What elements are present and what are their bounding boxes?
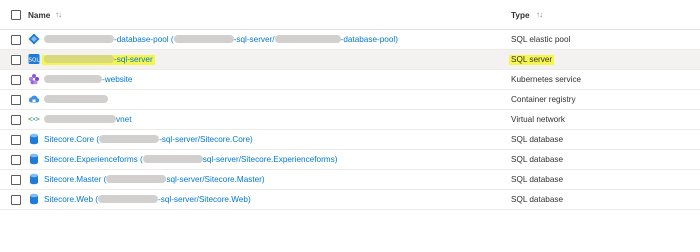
resource-name-link[interactable]: -website (44, 75, 133, 85)
elastic-pool-icon (28, 33, 40, 45)
resource-name-link[interactable]: -database-pool (-sql-server/-database-po… (44, 35, 398, 45)
resource-type: Virtual network (511, 115, 566, 124)
table-row[interactable]: < > vnet Virtual network (0, 110, 700, 130)
row-checkbox[interactable] (11, 75, 21, 85)
highlight-marker: -sql-server (42, 55, 155, 65)
column-header-name[interactable]: Name (28, 11, 50, 20)
sort-type-icon[interactable]: ↑↓ (536, 10, 543, 19)
row-checkbox[interactable] (11, 135, 21, 145)
table-row[interactable]: Container registry (0, 90, 700, 110)
svg-text:SQL: SQL (29, 58, 40, 64)
table-row[interactable]: -database-pool (-sql-server/-database-po… (0, 30, 700, 50)
resource-type: Container registry (511, 95, 576, 104)
table-row[interactable]: Sitecore.Experienceforms (sql-server/Sit… (0, 150, 700, 170)
resource-name-link[interactable]: Sitecore.Core (-sql-server/Sitecore.Core… (44, 135, 253, 145)
row-checkbox[interactable] (11, 195, 21, 205)
resource-type: SQL database (511, 175, 564, 184)
sql-database-icon (30, 153, 38, 165)
virtual-network-icon: < > (28, 115, 40, 124)
table-row[interactable]: Sitecore.Core (-sql-server/Sitecore.Core… (0, 130, 700, 150)
resource-type: SQL elastic pool (511, 35, 571, 44)
sql-database-icon (30, 173, 38, 185)
column-header-type[interactable]: Type (511, 11, 530, 20)
select-all-checkbox[interactable] (11, 10, 21, 20)
resource-type: SQL database (511, 195, 564, 204)
row-checkbox[interactable] (11, 175, 21, 185)
row-checkbox[interactable] (11, 55, 21, 65)
sql-server-icon: SQL (28, 54, 40, 64)
resource-grid: Name ↑↓ Type ↑↓ -database-pool (-sql-ser… (0, 0, 700, 210)
resource-name-link[interactable]: Sitecore.Web (-sql-server/Sitecore.Web) (44, 195, 251, 205)
row-checkbox[interactable] (11, 95, 21, 105)
resource-type: Kubernetes service (511, 75, 582, 84)
resource-name-link[interactable]: Sitecore.Master (sql-server/Sitecore.Mas… (44, 175, 265, 185)
resource-name-link[interactable]: vnet (44, 115, 131, 125)
svg-text:<: < (28, 115, 33, 124)
svg-text:>: > (35, 115, 40, 124)
sql-database-icon (30, 193, 38, 205)
resource-type: SQL database (511, 155, 564, 164)
kubernetes-icon (29, 74, 39, 85)
table-row[interactable]: -website Kubernetes service (0, 70, 700, 90)
sort-name-icon[interactable]: ↑↓ (55, 10, 62, 19)
resource-name-link[interactable] (44, 95, 108, 105)
resource-name-link[interactable]: -sql-server (42, 55, 155, 65)
container-registry-icon (29, 95, 40, 103)
resource-type: SQL server (509, 55, 555, 65)
resource-name-link[interactable]: Sitecore.Experienceforms (sql-server/Sit… (44, 155, 337, 165)
table-row[interactable]: Sitecore.Master (sql-server/Sitecore.Mas… (0, 170, 700, 190)
row-checkbox[interactable] (11, 155, 21, 165)
table-row[interactable]: Sitecore.Web (-sql-server/Sitecore.Web) … (0, 190, 700, 210)
row-checkbox[interactable] (11, 35, 21, 45)
table-row[interactable]: SQL -sql-server SQL server (0, 50, 700, 70)
row-checkbox[interactable] (11, 115, 21, 125)
resource-type: SQL database (511, 135, 564, 144)
grid-header: Name ↑↓ Type ↑↓ (0, 0, 700, 30)
sql-database-icon (30, 133, 38, 145)
